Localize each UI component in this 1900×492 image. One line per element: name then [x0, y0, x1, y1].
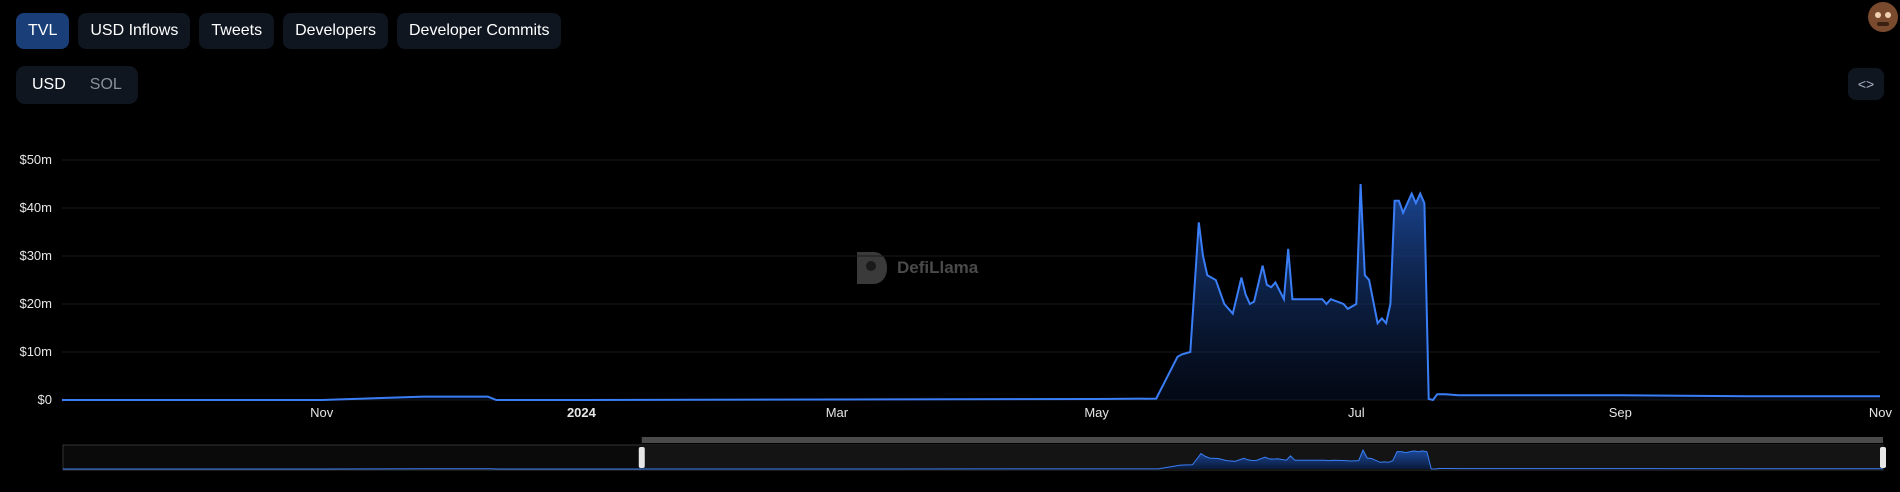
x-tick-label: Nov	[1869, 405, 1893, 420]
y-tick-label: $30m	[19, 248, 52, 263]
zoom-handle-right[interactable]	[1880, 447, 1886, 468]
y-tick-label: $20m	[19, 296, 52, 311]
x-tick-label: Sep	[1609, 405, 1632, 420]
zoom-slider[interactable]	[62, 437, 1886, 471]
tvl-line	[62, 183, 1880, 402]
x-tick-label: May	[1084, 405, 1109, 420]
x-tick-label: Mar	[826, 405, 849, 420]
y-tick-label: $0	[38, 392, 52, 407]
y-tick-label: $40m	[19, 200, 52, 215]
x-tick-label: Nov	[310, 405, 334, 420]
tvl-chart: $0 $10m $20m $30m $40m $50m Nov 2024 Mar May Jul S…	[19, 152, 1893, 471]
y-tick-label: $10m	[19, 344, 52, 359]
zoom-drag-bar[interactable]	[641, 437, 1883, 443]
y-tick-label: $50m	[19, 152, 52, 167]
x-tick-label: 2024	[567, 405, 597, 420]
zoom-handle-left[interactable]	[638, 447, 645, 468]
tvl-area	[62, 184, 1880, 400]
x-tick-label: Jul	[1348, 405, 1365, 420]
